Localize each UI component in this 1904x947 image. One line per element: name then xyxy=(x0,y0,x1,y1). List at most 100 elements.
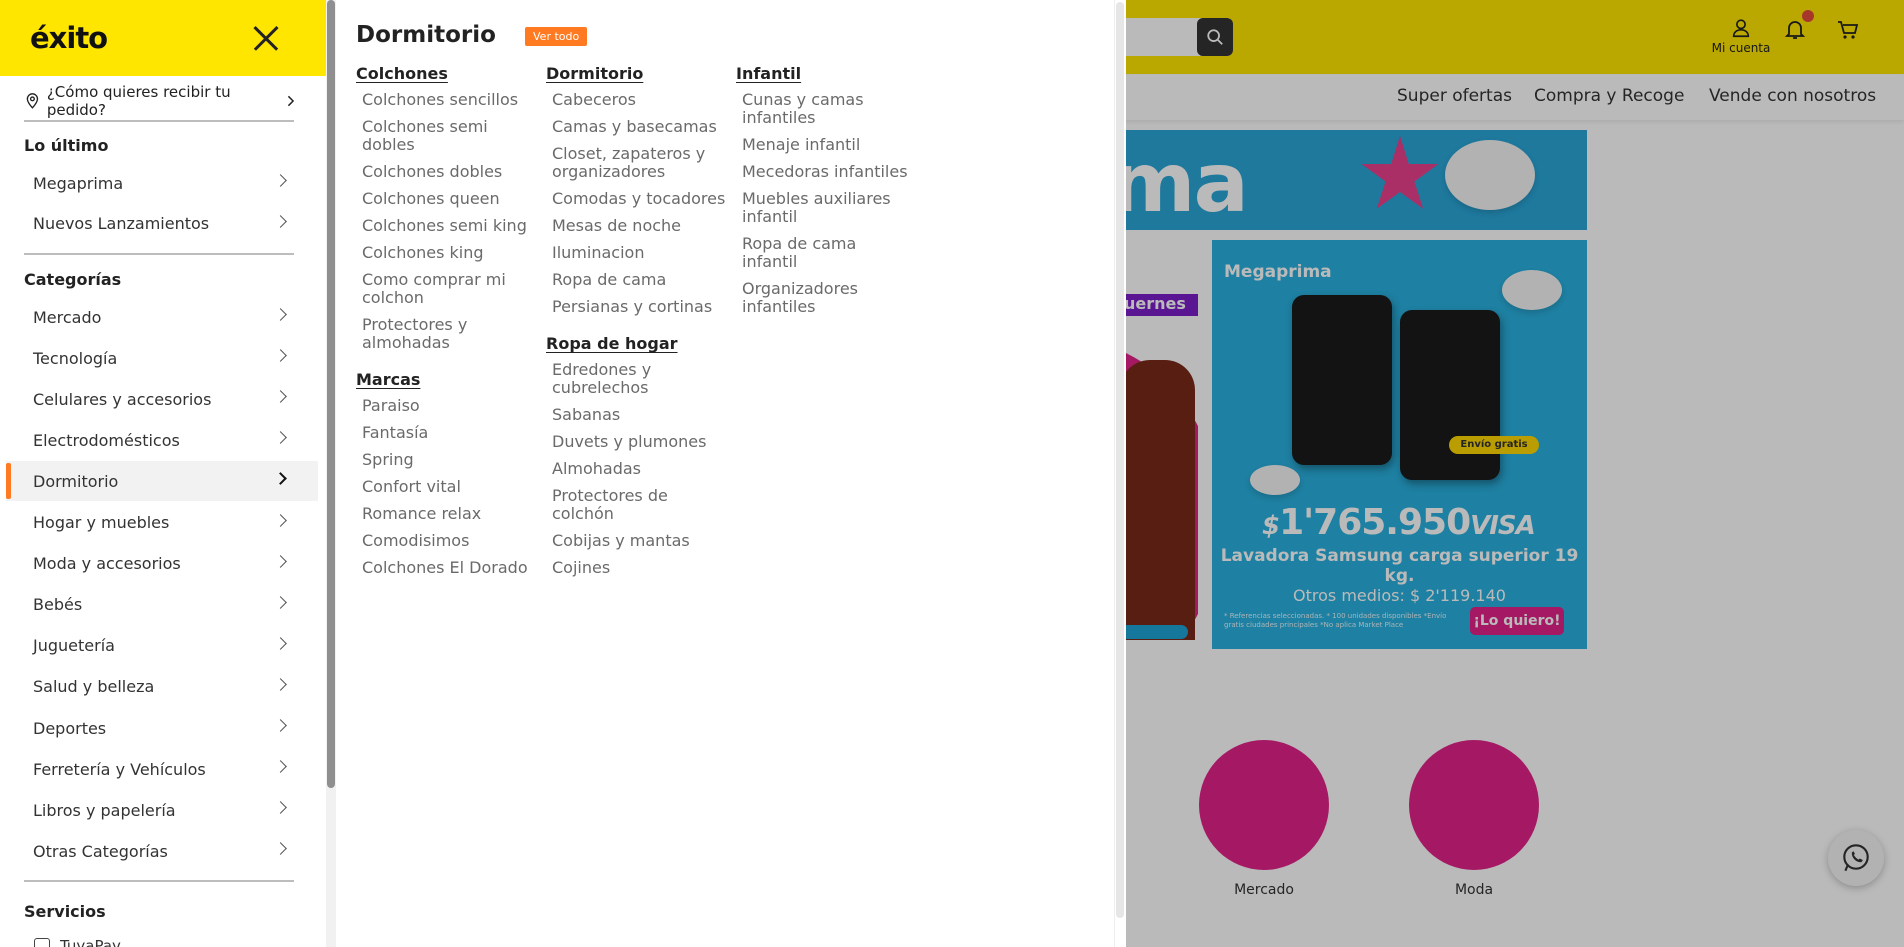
submenu-link-almohadas[interactable]: Almohadas xyxy=(546,460,726,478)
sidebar-item-label: Dormitorio xyxy=(33,471,119,491)
sidebar-item-celulares-y-accesorios[interactable]: Celulares y accesorios xyxy=(6,379,318,419)
submenu-group-title[interactable]: Ropa de hogar xyxy=(546,334,726,353)
submenu-group-infantil: Infantil Cunas y camas infantiles Menaje i… xyxy=(736,64,916,316)
divider xyxy=(24,880,294,882)
sidebar-header: éxito xyxy=(0,0,326,76)
submenu-link-cobijas-y-mantas[interactable]: Cobijas y mantas xyxy=(546,532,726,550)
location-pin-icon xyxy=(26,93,39,109)
submenu-link-mesas-de-noche[interactable]: Mesas de noche xyxy=(546,217,726,235)
submenu-link-persianas-y-cortinas[interactable]: Persianas y cortinas xyxy=(546,298,726,316)
submenu-link-cabeceros[interactable]: Cabeceros xyxy=(546,91,726,109)
sidebar-item-label: Ferretería y Vehículos xyxy=(33,759,206,779)
submenu-link-organizadores-infantiles[interactable]: Organizadores infantiles xyxy=(736,280,916,316)
sidebar-item-label: Nuevos Lanzamientos xyxy=(33,214,210,233)
submenu-link-edredones-y-cubrelechos[interactable]: Edredones y cubrelechos xyxy=(546,361,726,397)
submenu-link-colchones-semi-dobles[interactable]: Colchones semi dobles xyxy=(356,118,536,154)
chevron-right-icon xyxy=(274,472,287,486)
submenu-link-spring[interactable]: Spring xyxy=(356,451,536,469)
submenu-link-mecedoras-infantiles[interactable]: Mecedoras infantiles xyxy=(736,163,916,181)
divider xyxy=(24,253,294,255)
submenu-link-colchones-dobles[interactable]: Colchones dobles xyxy=(356,163,536,181)
sidebar-item-libros-y-papeleria[interactable]: Libros y papelería xyxy=(6,790,318,830)
chevron-right-icon xyxy=(274,349,287,362)
submenu-link-colchones-king[interactable]: Colchones king xyxy=(356,244,536,262)
sidebar-item-label: Tecnología xyxy=(33,348,118,368)
submenu-link-comodisimos[interactable]: Comodisimos xyxy=(356,532,536,550)
sidebar-item-deportes[interactable]: Deportes xyxy=(6,708,318,748)
chevron-right-icon xyxy=(274,308,287,321)
submenu-link-ropa-de-cama[interactable]: Ropa de cama xyxy=(546,271,726,289)
sidebar-item-electrodomesticos[interactable]: Electrodomésticos xyxy=(6,420,318,460)
submenu-link-cojines[interactable]: Cojines xyxy=(546,559,726,577)
sidebar-item-label: Moda y accesorios xyxy=(33,554,181,574)
submenu-group-title[interactable]: Dormitorio xyxy=(546,64,726,83)
sidebar-item-label: Megaprima xyxy=(33,173,124,193)
sidebar-item-label: Otras Categorías xyxy=(33,841,168,861)
submenu-link-menaje-infantil[interactable]: Menaje infantil xyxy=(736,136,916,154)
submenu-link-protectores-y-almohadas[interactable]: Protectores y almohadas xyxy=(356,316,536,352)
delivery-selector[interactable]: ¿Cómo quieres recibir tu pedido? xyxy=(24,83,294,119)
chevron-right-icon xyxy=(274,431,287,445)
sidebar-item-salud-y-belleza[interactable]: Salud y belleza xyxy=(6,667,318,707)
sidebar-scrollbar-thumb[interactable] xyxy=(327,0,335,788)
divider xyxy=(24,120,294,122)
chevron-right-icon xyxy=(274,760,287,773)
sidebar-item-dormitorio[interactable]: Dormitorio xyxy=(6,461,318,502)
sidebar-item-moda-y-accesorios[interactable]: Moda y accesorios xyxy=(6,544,318,584)
sidebar-item-mercado[interactable]: Mercado xyxy=(6,297,318,337)
submenu-link-fantasia[interactable]: Fantasía xyxy=(356,424,536,442)
submenu-column: Colchones Colchones sencillos Colchones se… xyxy=(356,64,536,595)
submenu-link-sabanas[interactable]: Sabanas xyxy=(546,406,726,424)
sidebar-item-nuevos-lanzamientos[interactable]: Nuevos Lanzamientos xyxy=(6,204,318,244)
submenu-link-como-comprar-mi-colchon[interactable]: Como comprar mi colchon xyxy=(356,271,536,307)
exito-logo[interactable]: éxito xyxy=(30,21,108,55)
chevron-right-icon xyxy=(274,214,287,228)
submenu-link-ropa-de-cama-infantil[interactable]: Ropa de cama infantil xyxy=(736,235,916,271)
sidebar-item-hogar-y-muebles[interactable]: Hogar y muebles xyxy=(6,503,318,543)
submenu-group-title[interactable]: Infantil xyxy=(736,64,916,83)
service-label: TuyaPay xyxy=(60,937,121,947)
submenu-group-title[interactable]: Marcas xyxy=(356,370,536,389)
submenu-link-colchones-el-dorado[interactable]: Colchones El Dorado xyxy=(356,559,536,577)
sidebar-item-label: Electrodomésticos xyxy=(33,430,180,450)
submenu-group-title[interactable]: Colchones xyxy=(356,64,536,83)
sidebar-item-bebes[interactable]: Bebés xyxy=(6,585,318,625)
submenu-link-camas-y-basecamas[interactable]: Camas y basecamas xyxy=(546,118,726,136)
chevron-right-icon xyxy=(274,554,287,568)
sidebar-item-label: Mercado xyxy=(33,307,102,327)
submenu-link-cunas-y-camas-infantiles[interactable]: Cunas y camas infantiles xyxy=(736,91,916,127)
sidebar-item-otras-categorias[interactable]: Otras Categorías xyxy=(6,831,318,871)
sidebar-item-megaprima[interactable]: Megaprima xyxy=(6,163,318,203)
submenu-link-paraiso[interactable]: Paraiso xyxy=(356,397,536,415)
sidebar-item-label: Salud y belleza xyxy=(33,677,155,697)
sidebar-item-tecnologia[interactable]: Tecnología xyxy=(6,338,318,378)
submenu-link-muebles-auxiliares-infantil[interactable]: Muebles auxiliares infantil xyxy=(736,190,916,226)
submenu-link-romance-relax[interactable]: Romance relax xyxy=(356,505,536,523)
submenu-link-protectores-de-colchon[interactable]: Protectores de colchón xyxy=(546,487,726,523)
chevron-right-icon xyxy=(274,801,287,815)
sidebar-item-ferreteria-y-vehiculos[interactable]: Ferretería y Vehículos xyxy=(6,749,318,789)
submenu-link-colchones-queen[interactable]: Colchones queen xyxy=(356,190,536,208)
submenu-link-duvets-y-plumones[interactable]: Duvets y plumones xyxy=(546,433,726,451)
category-sidebar: éxito ¿Cómo quieres recibir tu pedido? L… xyxy=(0,0,336,947)
chevron-right-icon xyxy=(274,719,287,732)
close-button[interactable] xyxy=(248,20,284,56)
submenu-link-closet-zapateros-y-organizadores[interactable]: Closet, zapateros y organizadores xyxy=(546,145,726,181)
submenu-group-dormitorio: Dormitorio Cabeceros Camas y basecamas Clos… xyxy=(546,64,726,316)
ver-todo-button[interactable]: Ver todo xyxy=(525,27,588,46)
submenu-column: Dormitorio Cabeceros Camas y basecamas Clos… xyxy=(546,64,726,595)
submenu-link-iluminacion[interactable]: Iluminacion xyxy=(546,244,726,262)
sidebar-item-jugueteria[interactable]: Juguetería xyxy=(6,626,318,666)
panel-scrollbar-thumb[interactable] xyxy=(1116,2,1124,918)
section-title-servicios: Servicios xyxy=(24,902,106,921)
submenu-group-colchones: Colchones Colchones sencillos Colchones se… xyxy=(356,64,536,352)
panel-title: Dormitorio xyxy=(356,22,496,48)
delivery-label: ¿Cómo quieres recibir tu pedido? xyxy=(46,83,231,119)
submenu-link-comodas-y-tocadores[interactable]: Comodas y tocadores xyxy=(546,190,726,208)
service-item-tuyapay[interactable]: TuyaPay xyxy=(34,937,121,947)
submenu-link-confort-vital[interactable]: Confort vital xyxy=(356,478,536,496)
chevron-right-icon xyxy=(274,595,287,609)
submenu-link-colchones-sencillos[interactable]: Colchones sencillos xyxy=(356,91,536,109)
chevron-right-icon xyxy=(274,174,287,187)
submenu-link-colchones-semi-king[interactable]: Colchones semi king xyxy=(356,217,536,235)
